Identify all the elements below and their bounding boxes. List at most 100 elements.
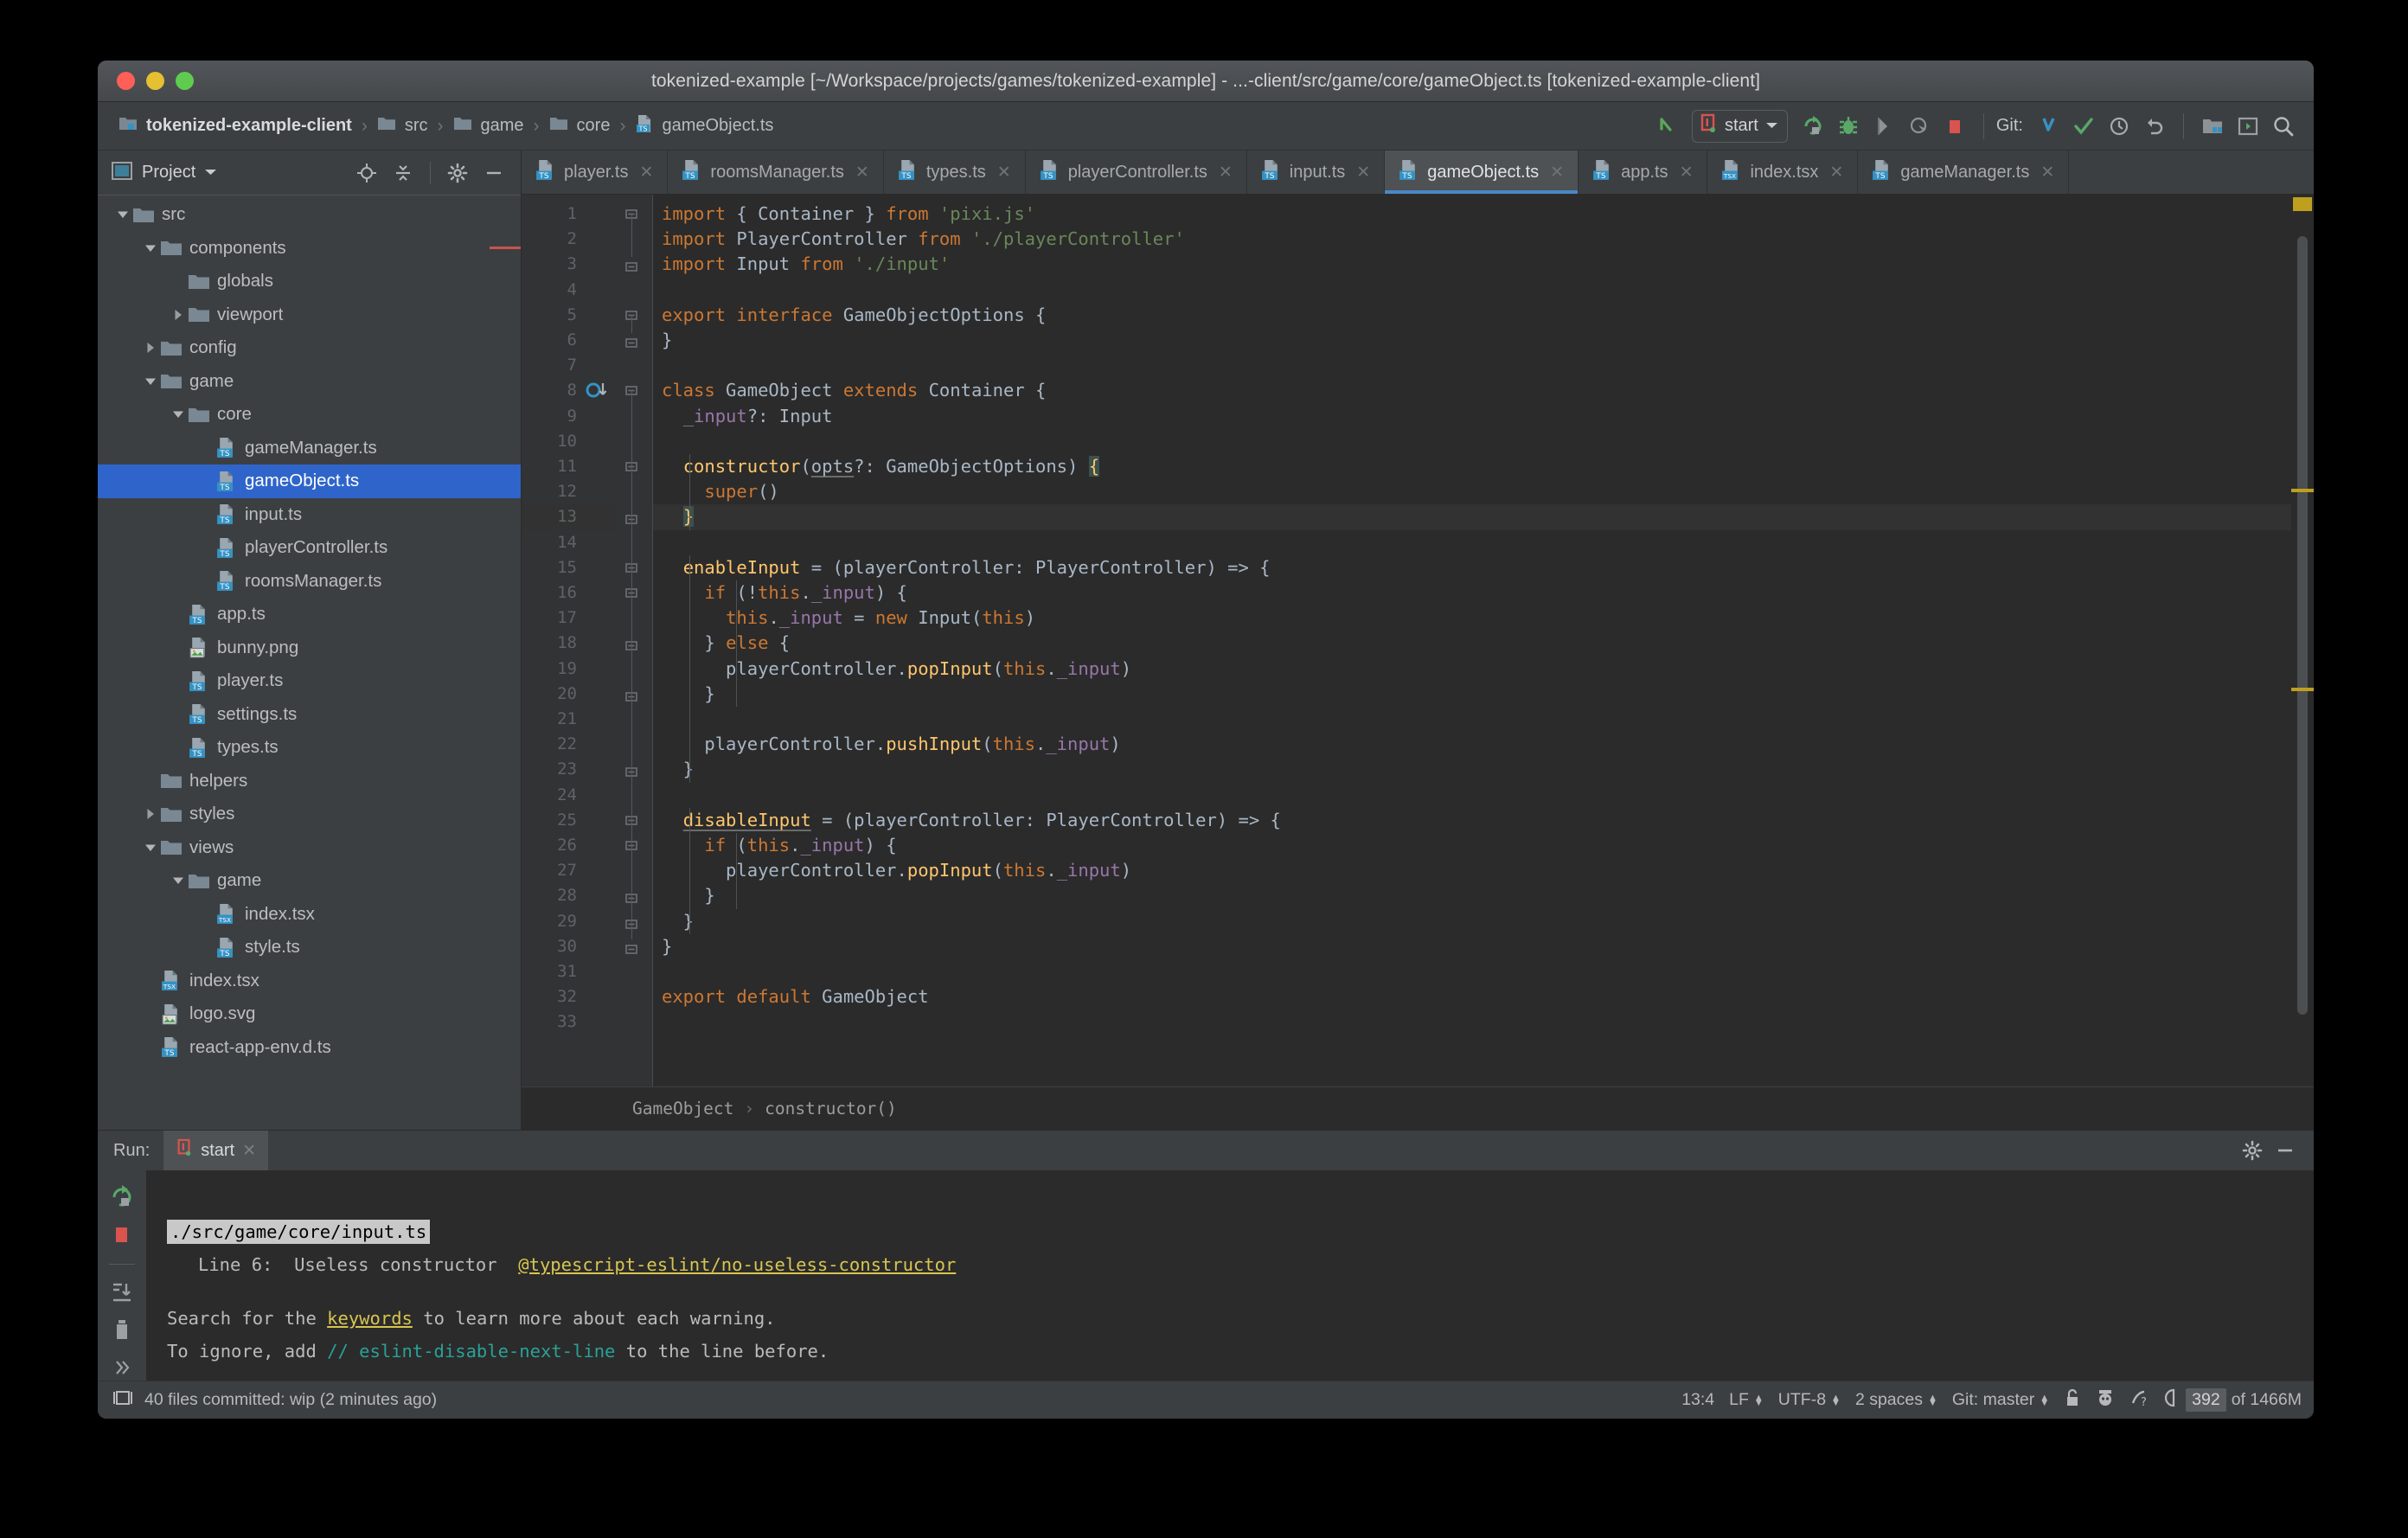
run-icon[interactable]	[1796, 110, 1829, 143]
code-line[interactable]: if (!this._input) {	[653, 580, 2291, 606]
code-line[interactable]: }	[653, 909, 2291, 934]
tree-item[interactable]: TS style.ts	[98, 931, 521, 964]
console-warning-rule-link[interactable]: @typescript-eslint/no-useless-constructo…	[518, 1254, 956, 1275]
breadcrumb-item-project[interactable]: tokenized-example-client	[113, 112, 357, 139]
inspector-icon[interactable]	[2096, 1387, 2115, 1413]
code-line[interactable]: }	[653, 757, 2291, 782]
tree-item[interactable]: game	[98, 864, 521, 898]
run-panel-tab-start[interactable]: start ✕	[163, 1131, 269, 1170]
code-line[interactable]: } else {	[653, 631, 2291, 656]
scroll-to-end-icon[interactable]	[107, 1279, 137, 1305]
code-line[interactable]	[653, 278, 2291, 303]
code-line[interactable]: playerController.popInput(this._input)	[653, 657, 2291, 682]
chevron-right-icon[interactable]	[141, 342, 160, 354]
breadcrumb-item-core[interactable]: core	[544, 112, 616, 139]
code-line[interactable]	[653, 1009, 2291, 1035]
gear-icon[interactable]	[2236, 1134, 2269, 1167]
tree-item[interactable]: TS input.ts	[98, 498, 521, 532]
caret-position[interactable]: 13:4	[1681, 1390, 1714, 1410]
search-everywhere-icon[interactable]	[2267, 110, 2300, 143]
code-line[interactable]: super()	[653, 479, 2291, 504]
tree-item[interactable]: TSX index.tsx	[98, 898, 521, 932]
close-icon[interactable]: ✕	[1829, 163, 1843, 183]
close-icon[interactable]: ✕	[1550, 163, 1564, 183]
code-line[interactable]: }	[653, 682, 2291, 707]
warning-stripe[interactable]	[2291, 688, 2314, 691]
terminal-icon[interactable]	[2232, 110, 2264, 143]
tree-item[interactable]: TS gameManager.ts	[98, 432, 521, 465]
chevron-right-icon[interactable]	[141, 808, 160, 820]
editor-tab[interactable]: TS player.ts ✕	[522, 151, 669, 194]
warning-stripe[interactable]	[2291, 489, 2314, 492]
code-line[interactable]: export interface GameObjectOptions {	[653, 303, 2291, 328]
tree-item[interactable]: TS playerController.ts	[98, 531, 521, 565]
code-line[interactable]: playerController.popInput(this._input)	[653, 858, 2291, 883]
indent-selector[interactable]: 2 spaces ▲ ▼	[1855, 1390, 1937, 1410]
tree-item[interactable]: TS gameObject.ts	[98, 465, 521, 498]
git-branch-selector[interactable]: Git: master ▲ ▼	[1952, 1390, 2049, 1410]
code-line[interactable]	[653, 530, 2291, 555]
tree-item[interactable]: core	[98, 398, 521, 432]
stop-icon[interactable]	[1938, 110, 1971, 143]
rerun-icon[interactable]	[107, 1184, 137, 1210]
breadcrumb-item-src[interactable]: src	[372, 112, 433, 139]
event-log-icon[interactable]: ?	[2129, 1387, 2149, 1413]
editor-tab[interactable]: TS gameManager.ts ✕	[1858, 151, 2070, 194]
chevron-right-icon[interactable]	[169, 309, 188, 321]
breadcrumb-item-file[interactable]: TS gameObject.ts	[630, 112, 778, 141]
code-line[interactable]: playerController.pushInput(this._input)	[653, 732, 2291, 757]
editor-tab[interactable]: TS app.ts ✕	[1579, 151, 1708, 194]
chevron-down-icon[interactable]	[204, 165, 217, 181]
close-icon[interactable]: ✕	[1356, 163, 1370, 183]
code-line[interactable]: disableInput = (playerController: Player…	[653, 808, 2291, 833]
tree-item[interactable]: styles	[98, 798, 521, 831]
editor-tab[interactable]: TSX index.tsx ✕	[1707, 151, 1859, 194]
editor-scrollbar-rail[interactable]	[2291, 195, 2314, 1086]
run-coverage-icon[interactable]	[1867, 110, 1900, 143]
maximize-window-button[interactable]	[176, 72, 194, 90]
collapse-all-icon[interactable]	[387, 157, 419, 189]
code-line[interactable]: import Input from './input'	[653, 252, 2291, 277]
breadcrumb-item-game[interactable]: game	[448, 112, 529, 139]
chevron-down-icon[interactable]	[169, 875, 188, 887]
minimize-window-button[interactable]	[146, 72, 164, 90]
code-line[interactable]: export default GameObject	[653, 984, 2291, 1009]
tree-item[interactable]: game	[98, 365, 521, 399]
close-icon[interactable]: ✕	[2040, 163, 2054, 183]
project-structure-icon[interactable]	[2196, 110, 2229, 143]
code-line[interactable]: enableInput = (playerController: PlayerC…	[653, 555, 2291, 580]
tree-item[interactable]: TS player.ts	[98, 664, 521, 698]
tree-item[interactable]: logo.svg	[98, 997, 521, 1031]
tree-item[interactable]: views	[98, 831, 521, 865]
line-separator-selector[interactable]: LF ▲ ▼	[1729, 1390, 1764, 1410]
console-file-path[interactable]: ./src/game/core/input.ts	[167, 1220, 431, 1244]
tree-item[interactable]: viewport	[98, 298, 521, 332]
profile-icon[interactable]	[1903, 110, 1936, 143]
code-line[interactable]	[653, 429, 2291, 454]
tree-item[interactable]: src	[98, 198, 521, 232]
editor-fold-column[interactable]	[617, 195, 653, 1086]
code-line[interactable]	[653, 707, 2291, 732]
git-commit-icon[interactable]	[2067, 110, 2100, 143]
implementing-method-icon[interactable]	[586, 381, 612, 403]
editor-tab[interactable]: TS gameObject.ts ✕	[1385, 151, 1579, 194]
close-icon[interactable]: ✕	[855, 163, 869, 183]
editor-code-column[interactable]: import { Container } from 'pixi.js' impor…	[653, 195, 2291, 1086]
code-line[interactable]: import { Container } from 'pixi.js'	[653, 202, 2291, 227]
breadcrumb-member[interactable]: constructor()	[765, 1099, 897, 1118]
code-line[interactable]: }	[653, 328, 2291, 353]
code-editor[interactable]: 1 2 3 4 5 6 7 8 9 10 11 12 13 14 15 16 17 18 19 20 21 22 23 24 2…	[522, 195, 2314, 1086]
tree-item[interactable]: TSX index.tsx	[98, 964, 521, 998]
close-icon[interactable]: ✕	[997, 163, 1011, 183]
tree-item[interactable]: bunny.png	[98, 631, 521, 665]
code-line[interactable]: }	[653, 504, 2291, 529]
close-window-button[interactable]	[117, 72, 135, 90]
code-line[interactable]: constructor(opts?: GameObjectOptions) {	[653, 454, 2291, 479]
fold-end-icon[interactable]	[624, 335, 638, 353]
close-icon[interactable]: ✕	[639, 163, 653, 183]
tree-item[interactable]: components	[98, 232, 521, 266]
locate-icon[interactable]	[350, 157, 383, 189]
code-line[interactable]: }	[653, 883, 2291, 908]
tree-item[interactable]: TS types.ts	[98, 731, 521, 765]
editor-tab[interactable]: TS input.ts ✕	[1247, 151, 1386, 194]
